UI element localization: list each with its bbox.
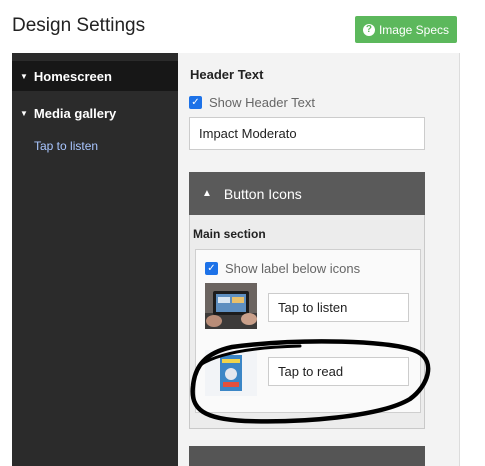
page-title: Design Settings	[12, 15, 146, 36]
sidebar-item-label: Homescreen	[33, 68, 112, 84]
header-text-value: Impact Moderato	[199, 126, 297, 141]
image-specs-label: Image Specs	[378, 22, 450, 37]
button-icons-section-header[interactable]: ▲ Button Icons	[189, 172, 425, 215]
caret-down-icon: ▼	[20, 108, 28, 118]
book-cover-thumbnail[interactable]	[205, 350, 257, 396]
icon-label-value: Tap to listen	[278, 300, 348, 315]
image-specs-button[interactable]: ? Image Specs	[355, 16, 457, 43]
icon-label-input-read[interactable]: Tap to read	[268, 357, 409, 386]
tablet-photo-thumbnail[interactable]	[205, 283, 257, 329]
triangle-up-icon: ▲	[202, 188, 212, 199]
caret-down-icon: ▼	[20, 71, 28, 81]
next-section-header[interactable]	[189, 446, 425, 466]
sidebar: ▼ Homescreen ▼ Media gallery Tap to list…	[12, 53, 178, 466]
show-header-text-label: Show Header Text	[209, 95, 315, 110]
show-label-below-icons-row: ✓ Show label below icons	[205, 261, 360, 276]
show-label-below-icons-label: Show label below icons	[225, 261, 361, 276]
show-header-text-checkbox[interactable]: ✓	[189, 96, 202, 109]
question-icon: ?	[362, 23, 375, 36]
button-icons-title: Button Icons	[223, 185, 302, 202]
sidebar-item-label: Media gallery	[33, 105, 117, 121]
header-text-input[interactable]: Impact Moderato	[189, 117, 425, 150]
show-label-below-icons-checkbox[interactable]: ✓	[205, 262, 218, 275]
header-text-section-label: Header Text	[190, 67, 264, 82]
sidebar-item-media-gallery[interactable]: ▼ Media gallery	[12, 100, 178, 126]
sidebar-subitem-tap-to-listen[interactable]: Tap to listen	[34, 139, 98, 153]
main-section-label: Main section	[193, 227, 266, 241]
icon-label-input-listen[interactable]: Tap to listen	[268, 293, 409, 322]
show-header-text-row: ✓ Show Header Text	[189, 95, 315, 110]
icon-label-value: Tap to read	[278, 364, 344, 379]
sidebar-item-homescreen[interactable]: ▼ Homescreen	[12, 61, 178, 91]
